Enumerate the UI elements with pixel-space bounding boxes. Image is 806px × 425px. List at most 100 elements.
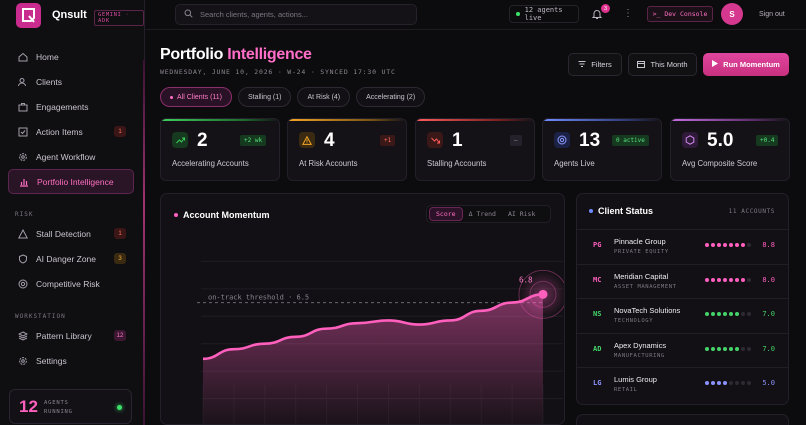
kpi-value: 4: [324, 130, 335, 151]
client-row[interactable]: PG Pinnacle Group PRIVATE EQUITY 8.8: [577, 229, 788, 263]
score-dot: [747, 277, 751, 282]
layers-icon: [18, 330, 28, 341]
this-month-button[interactable]: This Month: [628, 53, 697, 76]
chip-accelerating[interactable]: Accelerating (2): [356, 87, 426, 107]
dev-console-button[interactable]: >_ Dev Console: [647, 6, 713, 22]
sidebar-item-label: Agent Workflow: [36, 151, 96, 162]
client-row[interactable]: NS NovaTech Solutions TECHNOLOGY 7.0: [577, 298, 788, 332]
score-dot: [705, 277, 709, 282]
pattern-library-count-badge: 12: [114, 330, 126, 341]
bar-chart-icon: [19, 177, 29, 187]
target-icon: [554, 132, 570, 148]
trend-up-icon: [172, 132, 188, 148]
run-momentum-label: Run Momentum: [723, 60, 780, 69]
play-icon: [712, 60, 719, 69]
client-sector: PRIVATE EQUITY: [614, 249, 669, 255]
page-subtitle: WEDNESDAY, JUNE 10, 2026 · W-24 · SYNCED…: [160, 68, 396, 76]
agents-status-dot: [117, 405, 122, 410]
notifications-button[interactable]: 3: [591, 4, 610, 22]
briefcase-icon: [18, 102, 28, 112]
avatar[interactable]: S: [721, 3, 743, 25]
score-dots: [705, 277, 751, 282]
score-dot: [723, 277, 727, 282]
chip-label: Accelerating (2): [366, 93, 416, 101]
score-dot: [741, 243, 745, 247]
kpi-stalling-accounts[interactable]: 1 – Stalling Accounts: [415, 118, 535, 181]
chip-all-clients[interactable]: All Clients (11): [160, 87, 232, 107]
sidebar-item-label: Engagements: [36, 101, 89, 112]
kpi-label: Avg Composite Score: [682, 159, 758, 168]
chip-at-risk[interactable]: At Risk (4): [297, 87, 351, 107]
kpi-agents-live[interactable]: 13 0 active Agents Live: [542, 118, 662, 181]
score-dot: [729, 381, 733, 385]
ai-danger-zone-count-badge: 3: [114, 253, 126, 264]
agents-running-count: 12: [19, 397, 38, 416]
panel-title: Client Status: [598, 206, 654, 216]
kpi-label: At Risk Accounts: [299, 159, 358, 168]
agents-running-label: AGENTS RUNNING: [44, 400, 73, 415]
client-row[interactable]: LG Lumis Group RETAIL 5.0: [577, 367, 788, 401]
notification-count-badge: 3: [601, 4, 610, 13]
risk-nav: Stall Detection 1 AI Danger Zone 3 Compe…: [8, 221, 134, 296]
score-dot: [735, 277, 739, 282]
score-dot: [711, 312, 715, 316]
sidebar-item-action-items[interactable]: Action Items 1: [8, 119, 134, 144]
filter-chips: All Clients (11) Stalling (1) At Risk (4…: [160, 87, 426, 107]
page-title-main: Portfolio: [160, 46, 224, 63]
account-momentum-panel: Account Momentum Score Δ Trend AI Risk o…: [160, 193, 565, 425]
logo-icon[interactable]: [16, 3, 41, 28]
kpi-at-risk-accounts[interactable]: 4 +1 At Risk Accounts: [287, 118, 407, 181]
kpi-avg-composite-score[interactable]: 5.0 +0.4 Avg Composite Score: [670, 118, 790, 181]
score-dot: [729, 277, 733, 282]
sidebar-item-label: Stall Detection: [36, 228, 91, 239]
hexagon-icon: [682, 132, 698, 148]
sidebar-item-home[interactable]: Home: [8, 44, 134, 69]
sidebar-item-ai-danger-zone[interactable]: AI Danger Zone 3: [8, 246, 134, 271]
checkbox-icon: [18, 127, 28, 137]
sidebar-item-label: Settings: [36, 355, 67, 366]
sidebar-item-competitive-risk[interactable]: Competitive Risk: [8, 271, 134, 296]
sidebar-item-settings[interactable]: Settings: [8, 348, 134, 373]
kpi-delta: 0 active: [612, 135, 649, 146]
kpi-delta: +2 wk: [240, 135, 267, 146]
search-placeholder: Search clients, agents, actions...: [200, 10, 308, 19]
sidebar-item-stall-detection[interactable]: Stall Detection 1: [8, 221, 134, 246]
client-name: Apex Dynamics: [614, 340, 667, 350]
live-status-dot: [516, 12, 520, 16]
kpi-accelerating-accounts[interactable]: 2 +2 wk Accelerating Accounts: [160, 118, 280, 181]
kpi-accent-line: [671, 119, 789, 121]
momentum-area: [203, 294, 543, 424]
score-dot: [741, 277, 745, 282]
sidebar-item-pattern-library[interactable]: Pattern Library 12: [8, 323, 134, 348]
chip-stalling[interactable]: Stalling (1): [238, 87, 292, 107]
score-dot: [717, 381, 721, 385]
more-menu-icon[interactable]: ⋮: [623, 8, 633, 19]
sidebar-item-label: Home: [36, 51, 59, 62]
client-row[interactable]: AD Apex Dynamics MANUFACTURING 7.0: [577, 332, 788, 367]
brand-name: Qnsult: [52, 9, 87, 21]
client-sector: RETAIL: [614, 387, 638, 393]
sidebar-item-engagements[interactable]: Engagements: [8, 94, 134, 119]
sidebar-item-clients[interactable]: Clients: [8, 69, 134, 94]
sidebar-item-agent-workflow[interactable]: Agent Workflow: [8, 144, 134, 169]
sidebar-item-portfolio-intelligence[interactable]: Portfolio Intelligence: [8, 169, 134, 194]
score-dot: [717, 243, 721, 247]
client-score: 7.0: [762, 310, 775, 318]
run-momentum-button[interactable]: Run Momentum: [703, 53, 789, 76]
warning-icon: [18, 228, 28, 239]
client-score: 7.0: [762, 344, 775, 353]
score-dot: [705, 312, 709, 316]
endpoint-value-label: 6.8: [519, 275, 533, 284]
search-input[interactable]: Search clients, agents, actions...: [175, 4, 417, 25]
action-items-count-badge: 1: [114, 126, 126, 137]
client-row[interactable]: MC Meridian Capital ASSET MANAGEMENT 8.0: [577, 263, 788, 298]
gear-icon: [18, 356, 28, 366]
agents-running-card: 12 AGENTS RUNNING: [9, 389, 132, 424]
momentum-chart: on-track threshold · 6.5 6.8: [197, 260, 564, 424]
agents-live-pill[interactable]: 12 agents live: [509, 5, 579, 23]
score-dot: [711, 381, 715, 385]
sign-out-link[interactable]: Sign out: [759, 11, 785, 18]
filters-button[interactable]: Filters: [568, 53, 622, 76]
endpoint-marker: [538, 289, 548, 299]
chip-label: Stalling (1): [248, 93, 282, 101]
